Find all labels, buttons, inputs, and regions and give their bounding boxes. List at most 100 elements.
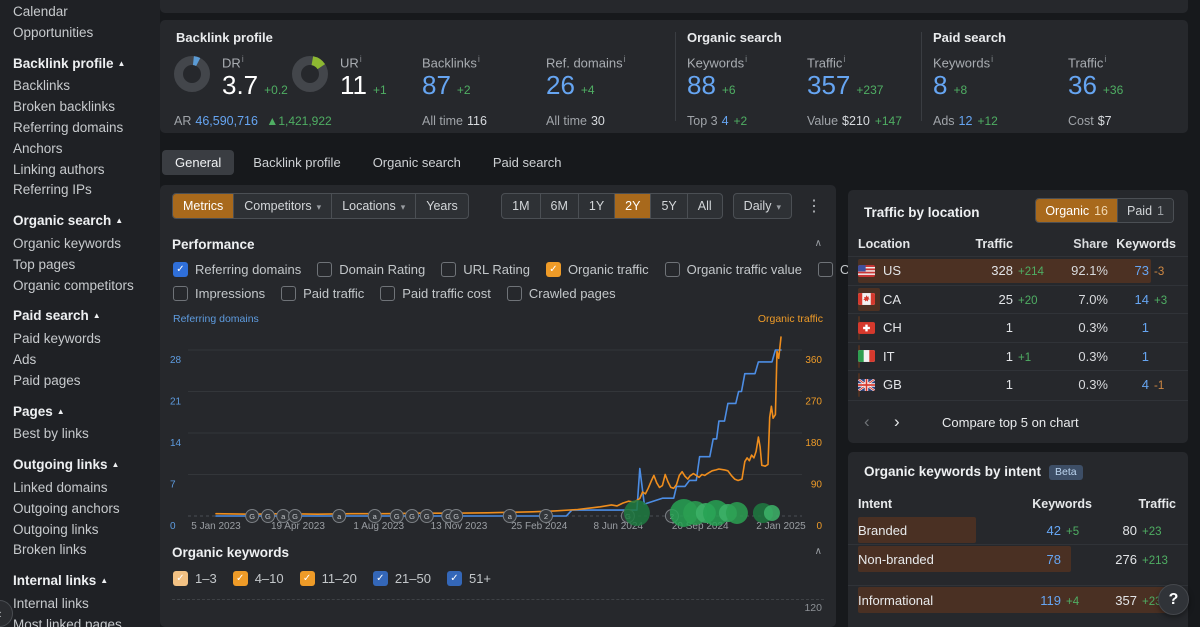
checkbox-paid-traffic-cost[interactable]: Paid traffic cost [380, 286, 491, 301]
sidebar-group-outgoing-links[interactable]: Outgoing links▲ [13, 455, 160, 478]
info-icon[interactable]: i [624, 54, 626, 64]
traffic-by-location-card: Traffic by location Organic16 Paid1 Loca… [848, 190, 1188, 443]
checkbox-icon: ✓ [233, 571, 248, 586]
next-page-icon[interactable]: › [894, 412, 924, 432]
checkbox-referring-domains[interactable]: ✓Referring domains [173, 262, 301, 277]
help-button[interactable]: ? [1158, 584, 1189, 615]
sidebar-item-internal-links[interactable]: Internal links [13, 594, 160, 615]
tab-paid-search[interactable]: Paid search [480, 150, 575, 175]
sidebar-collapse-button[interactable]: ‹ [0, 600, 13, 627]
sidebar-item-most-linked-pages[interactable]: Most linked pages [13, 615, 160, 627]
sidebar-group-organic-search[interactable]: Organic search▲ [13, 211, 160, 234]
checkbox-icon [173, 286, 188, 301]
sidebar-item-calendar[interactable]: Calendar [13, 2, 160, 23]
sidebar-item-linking-authors[interactable]: Linking authors [13, 160, 160, 181]
checkbox-21-50[interactable]: ✓21–50 [373, 571, 431, 586]
checkbox-4-10[interactable]: ✓4–10 [233, 571, 284, 586]
location-row-gb[interactable]: GB10.3%4-1 [848, 370, 1188, 399]
range-5y-button[interactable]: 5Y [650, 194, 686, 218]
checkbox-crawled-pages[interactable]: Crawled pages [507, 286, 616, 301]
sidebar-item-ads[interactable]: Ads [13, 350, 160, 371]
info-icon[interactable]: i [242, 54, 244, 64]
sidebar-item-outgoing-anchors[interactable]: Outgoing anchors [13, 499, 160, 520]
svg-text:G: G [394, 512, 400, 521]
performance-chart[interactable]: 007901418021270283605 Jan 202319 Apr 202… [164, 329, 832, 531]
checkbox-domain-rating[interactable]: Domain Rating [317, 262, 425, 277]
sidebar-item-opportunities[interactable]: Opportunities [13, 23, 160, 44]
compare-top5-link[interactable]: Compare top 5 on chart [942, 415, 1079, 430]
range-6m-button[interactable]: 6M [540, 194, 578, 218]
tab-backlink-profile[interactable]: Backlink profile [240, 150, 353, 175]
info-icon[interactable]: i [1104, 54, 1106, 64]
checkbox-url-rating[interactable]: URL Rating [441, 262, 530, 277]
chevron-up-icon: ▲ [112, 460, 120, 469]
range-1y-button[interactable]: 1Y [578, 194, 614, 218]
sidebar-item-referring-ips[interactable]: Referring IPs [13, 180, 160, 201]
svg-text:G: G [424, 512, 430, 521]
checkbox-icon [281, 286, 296, 301]
checkbox-impressions[interactable]: Impressions [173, 286, 265, 301]
checkbox-1-3[interactable]: ✓1–3 [173, 571, 217, 586]
metrics-filter-button[interactable]: Metrics [173, 194, 233, 218]
locations-filter-button[interactable]: Locations▾ [331, 194, 415, 218]
dr-gauge-icon [172, 54, 212, 94]
info-icon[interactable]: i [360, 54, 362, 64]
checkbox-paid-traffic[interactable]: Paid traffic [281, 286, 364, 301]
range-1m-button[interactable]: 1M [502, 194, 539, 218]
sidebar-item-anchors[interactable]: Anchors [13, 139, 160, 160]
checkbox-11-20[interactable]: ✓11–20 [300, 571, 357, 586]
range-all-button[interactable]: All [687, 194, 722, 218]
competitors-filter-button[interactable]: Competitors▾ [233, 194, 331, 218]
toggle-organic-button[interactable]: Organic16 [1036, 199, 1117, 222]
sidebar-item-paid-keywords[interactable]: Paid keywords [13, 329, 160, 350]
performance-card: MetricsCompetitors▾Locations▾Years 1M6M1… [160, 185, 836, 627]
sidebar-item-top-pages[interactable]: Top pages [13, 255, 160, 276]
tab-organic-search[interactable]: Organic search [360, 150, 474, 175]
checkbox-icon: ✓ [173, 262, 188, 277]
sidebar-group-paid-search[interactable]: Paid search▲ [13, 306, 160, 329]
sidebar-group-internal-links[interactable]: Internal links▲ [13, 571, 160, 594]
range-2y-button[interactable]: 2Y [614, 194, 650, 218]
sidebar-item-paid-pages[interactable]: Paid pages [13, 371, 160, 392]
sidebar-item-broken-backlinks[interactable]: Broken backlinks [13, 97, 160, 118]
ar-stat: AR46,590,716 ▲1,421,922 [174, 114, 332, 128]
collapse-section-icon[interactable]: ∧ [815, 238, 822, 249]
column-traffic: Traffic [1092, 497, 1176, 511]
sidebar-item-linked-domains[interactable]: Linked domains [13, 478, 160, 499]
sidebar-item-referring-domains[interactable]: Referring domains [13, 118, 160, 139]
granularity-dropdown[interactable]: Daily▾ [733, 193, 792, 219]
years-filter-button[interactable]: Years [415, 194, 468, 218]
sidebar-item-organic-keywords[interactable]: Organic keywords [13, 234, 160, 255]
location-row-us[interactable]: US328+21492.1%73-3 [848, 256, 1188, 285]
sidebar-item-best-by-links[interactable]: Best by links [13, 424, 160, 445]
checkbox-51-[interactable]: ✓51+ [447, 571, 491, 586]
sidebar-group-pages[interactable]: Pages▲ [13, 402, 160, 425]
sidebar-group-backlink-profile[interactable]: Backlink profile▲ [13, 54, 160, 77]
sidebar-item-broken-links[interactable]: Broken links [13, 540, 160, 561]
toggle-paid-button[interactable]: Paid1 [1117, 199, 1173, 222]
intent-row-informational[interactable]: Informational119+4357+237 [848, 586, 1188, 614]
tab-general[interactable]: General [162, 150, 234, 175]
collapse-section-icon[interactable]: ∧ [815, 546, 822, 557]
info-icon[interactable]: i [745, 54, 747, 64]
sidebar-item-backlinks[interactable]: Backlinks [13, 76, 160, 97]
checkbox-organic-traffic-value[interactable]: Organic traffic value [665, 262, 802, 277]
checkbox-label: Organic traffic [568, 262, 649, 277]
checkbox-organic-traffic[interactable]: ✓Organic traffic [546, 262, 649, 277]
chevron-down-icon: ▾ [776, 202, 781, 212]
info-icon[interactable]: i [843, 54, 845, 64]
checkbox-label: 11–20 [322, 571, 357, 586]
intent-row-non-branded[interactable]: Non-branded78276+213 [848, 545, 1188, 573]
prev-page-icon[interactable]: ‹ [864, 412, 894, 432]
info-icon[interactable]: i [478, 54, 480, 64]
info-icon[interactable]: i [991, 54, 993, 64]
flag-ch-icon [858, 322, 875, 334]
intent-row-branded[interactable]: Branded42+580+23 [848, 516, 1188, 544]
sidebar-item-organic-competitors[interactable]: Organic competitors [13, 276, 160, 297]
location-row-ca[interactable]: CA25+207.0%14+3 [848, 285, 1188, 314]
location-row-ch[interactable]: CH10.3%1 [848, 313, 1188, 342]
paid-traffic-stat: Traffici 36+36 [1068, 54, 1123, 99]
sidebar-item-outgoing-links[interactable]: Outgoing links [13, 520, 160, 541]
more-options-icon[interactable]: ⋮ [802, 196, 826, 216]
location-row-it[interactable]: IT1+10.3%1 [848, 342, 1188, 371]
